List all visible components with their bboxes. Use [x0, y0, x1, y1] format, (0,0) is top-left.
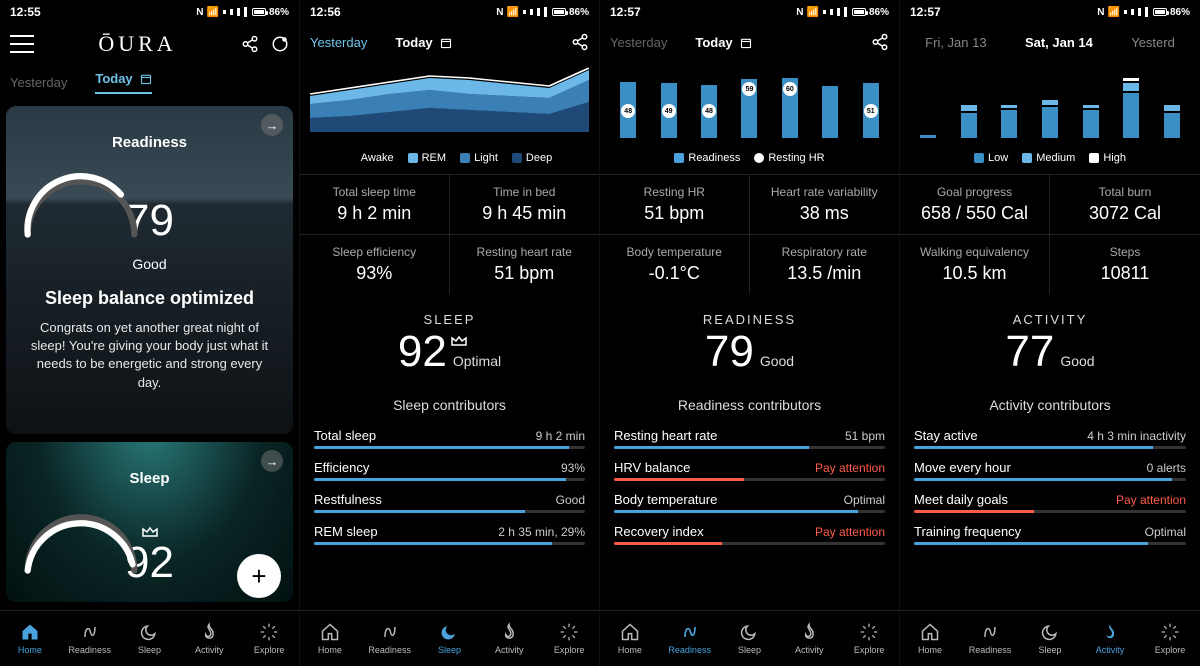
crown-icon [451, 335, 467, 347]
contributor-row[interactable]: Move every hour0 alerts [914, 453, 1186, 481]
stat-total-burn[interactable]: Total burn3072 Cal [1050, 174, 1200, 234]
stat-sleep-efficiency[interactable]: Sleep efficiency93% [300, 234, 450, 294]
nav-home[interactable]: Home [0, 611, 60, 666]
readiness-grade: Good [6, 256, 293, 272]
activity-bar-chart[interactable] [900, 60, 1200, 146]
nav-home[interactable]: Home [900, 611, 960, 666]
contributor-row[interactable]: Stay active4 h 3 min inactivity [914, 421, 1186, 449]
contributor-row[interactable]: Recovery indexPay attention [614, 517, 885, 545]
nav-activity[interactable]: Activity [779, 611, 839, 666]
status-time: 12:55 [10, 5, 41, 19]
card-arrow-icon[interactable]: → [261, 114, 283, 136]
stat-resp-rate[interactable]: Respiratory rate13.5 /min [750, 234, 900, 294]
tab-yesterday[interactable]: Yesterday [10, 75, 67, 90]
stat-body-temp[interactable]: Body temperature-0.1°C [600, 234, 750, 294]
contributor-row[interactable]: Training frequencyOptimal [914, 517, 1186, 545]
nav-home[interactable]: Home [600, 611, 660, 666]
nav-explore[interactable]: Explore [1140, 611, 1200, 666]
nav-home[interactable]: Home [300, 611, 360, 666]
tab-yesterday[interactable]: Yesterday [610, 35, 667, 50]
readiness-arc [6, 159, 156, 239]
contributor-row[interactable]: RestfulnessGood [314, 485, 585, 513]
card-arrow-icon[interactable]: → [261, 450, 283, 472]
contributor-row[interactable]: Total sleep9 h 2 min [314, 421, 585, 449]
tab-today[interactable]: Today [695, 35, 752, 50]
date-yesterday[interactable]: Yesterd [1131, 35, 1175, 50]
sleep-legend: Awake REM Light Deep [300, 146, 599, 174]
contributor-row[interactable]: Resting heart rate51 bpm [614, 421, 885, 449]
readiness-card[interactable]: → Readiness 79 Good Sleep balance optimi… [6, 106, 293, 434]
nav-sleep[interactable]: Sleep [420, 611, 480, 666]
sleep-arc [6, 495, 156, 575]
status-right: N 📶 86% [196, 7, 289, 18]
share-icon[interactable] [571, 33, 589, 51]
card-label: Readiness [6, 106, 293, 151]
card-label: Sleep [6, 442, 293, 487]
sleep-stats: Total sleep time9 h 2 min Time in bed9 h… [300, 174, 599, 294]
contributor-row[interactable]: REM sleep2 h 35 min, 29% [314, 517, 585, 545]
tab-yesterday[interactable]: Yesterday [310, 35, 367, 50]
nav-readiness[interactable]: Readiness [960, 611, 1020, 666]
tab-today[interactable]: Today [95, 71, 152, 94]
sleep-big-score: SLEEP 92 Optimal [300, 294, 599, 383]
bottom-nav: Home Readiness Sleep Activity Explore [300, 610, 599, 666]
date-sat[interactable]: Sat, Jan 14 [1025, 35, 1093, 50]
add-button[interactable]: + [237, 554, 281, 598]
pane-sleep: 12:56 N📶86% Yesterday Today Awake REM Li… [300, 0, 600, 666]
contributor-row[interactable]: HRV balancePay attention [614, 453, 885, 481]
date-tabs[interactable]: Fri, Jan 13 Sat, Jan 14 Yesterd [900, 24, 1200, 60]
stat-walking-eq[interactable]: Walking equivalency10.5 km [900, 234, 1050, 294]
nav-sleep[interactable]: Sleep [1020, 611, 1080, 666]
calendar-icon [440, 37, 452, 49]
readiness-legend: Readiness Resting HR [600, 146, 899, 174]
nav-explore[interactable]: Explore [239, 611, 299, 666]
day-tabs: Yesterday Today [0, 64, 299, 100]
pane-readiness: 12:57N📶86% Yesterday Today 484948596051 … [600, 0, 900, 666]
status-bar: 12:56 N📶86% [300, 0, 599, 24]
share-icon[interactable] [241, 35, 259, 53]
sleep-contributors: Total sleep9 h 2 min Efficiency93% Restful… [300, 421, 599, 549]
readiness-body: Congrats on yet another great night of s… [6, 309, 293, 392]
tab-today[interactable]: Today [395, 35, 452, 50]
nav-activity[interactable]: Activity [1080, 611, 1140, 666]
calendar-icon [140, 73, 152, 85]
stat-goal-progress[interactable]: Goal progress658 / 550 Cal [900, 174, 1050, 234]
activity-contributors: Stay active4 h 3 min inactivity Move ever… [900, 421, 1200, 549]
contributor-row[interactable]: Meet daily goalsPay attention [914, 485, 1186, 513]
sleep-area-chart[interactable] [300, 60, 599, 146]
stat-resting-hr[interactable]: Resting HR51 bpm [600, 174, 750, 234]
menu-icon[interactable] [10, 35, 34, 53]
sleep-contributors-title: Sleep contributors [300, 397, 599, 413]
calendar-icon [740, 37, 752, 49]
bottom-nav: Home Readiness Sleep Activity Explore [0, 610, 299, 666]
stat-total-sleep[interactable]: Total sleep time9 h 2 min [300, 174, 450, 234]
pane-home: 12:55 N 📶 86% ŌURA Yesterday Today → Rea… [0, 0, 300, 666]
date-fri[interactable]: Fri, Jan 13 [925, 35, 986, 50]
nav-activity[interactable]: Activity [179, 611, 239, 666]
stat-hrv[interactable]: Heart rate variability38 ms [750, 174, 900, 234]
nav-readiness[interactable]: Readiness [60, 611, 120, 666]
ring-icon[interactable] [271, 35, 289, 53]
nav-explore[interactable]: Explore [839, 611, 899, 666]
nav-activity[interactable]: Activity [479, 611, 539, 666]
app-header: ŌURA [0, 24, 299, 64]
status-bar: 12:55 N 📶 86% [0, 0, 299, 24]
contributor-row[interactable]: Efficiency93% [314, 453, 585, 481]
readiness-bar-chart[interactable]: 484948596051 [600, 60, 899, 146]
sleep-card[interactable]: → Sleep 92 + [6, 442, 293, 602]
stat-steps[interactable]: Steps10811 [1050, 234, 1200, 294]
pane-activity: 12:57N📶86% Fri, Jan 13 Sat, Jan 14 Yeste… [900, 0, 1200, 666]
nav-sleep[interactable]: Sleep [720, 611, 780, 666]
nav-readiness[interactable]: Readiness [360, 611, 420, 666]
share-icon[interactable] [871, 33, 889, 51]
readiness-headline: Sleep balance optimized [6, 288, 293, 309]
app-logo: ŌURA [34, 31, 241, 57]
contributor-row[interactable]: Body temperatureOptimal [614, 485, 885, 513]
nav-readiness[interactable]: Readiness [660, 611, 720, 666]
nav-explore[interactable]: Explore [539, 611, 599, 666]
readiness-contributors: Resting heart rate51 bpm HRV balancePay a… [600, 421, 899, 549]
stat-time-in-bed[interactable]: Time in bed9 h 45 min [450, 174, 600, 234]
stat-resting-hr[interactable]: Resting heart rate51 bpm [450, 234, 600, 294]
nav-sleep[interactable]: Sleep [120, 611, 180, 666]
